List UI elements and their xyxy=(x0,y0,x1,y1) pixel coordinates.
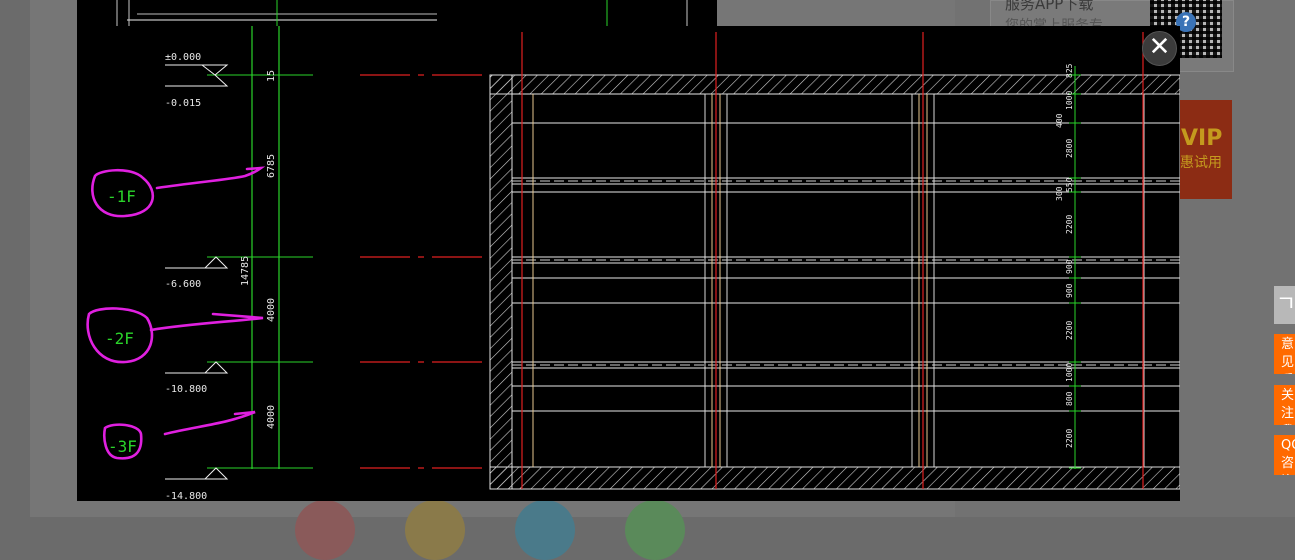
image-viewer: ±0.000 -0.015 -6.600 -10.800 -14.800 15 … xyxy=(77,26,1180,501)
elevation-label: ±0.000 xyxy=(165,52,201,63)
dimension-label: 300 xyxy=(1055,186,1064,201)
elevation-section xyxy=(207,26,313,469)
elevation-label: -0.015 xyxy=(165,98,201,109)
dimension-label: 4000 xyxy=(266,298,277,322)
floor-label-b1: -1F xyxy=(107,187,136,206)
elevation-label: -6.600 xyxy=(165,279,201,290)
dimension-label: 14785 xyxy=(240,256,251,286)
dimension-label: 550 xyxy=(1065,177,1074,192)
back-to-top-button[interactable]: ㄱ xyxy=(1274,286,1295,324)
dimension-label: 825 xyxy=(1065,63,1074,78)
vip-banner-title: VIP xyxy=(1181,126,1223,151)
dimension-label: 900 xyxy=(1065,283,1074,298)
elevation-label: -10.800 xyxy=(165,384,207,395)
dimension-label: 2200 xyxy=(1065,429,1074,448)
share-circle-icon[interactable] xyxy=(295,500,355,560)
dimension-label: 6785 xyxy=(266,154,277,178)
qq-consult-button[interactable]: QQ咨询 xyxy=(1274,435,1295,475)
dimension-label: 400 xyxy=(1055,113,1064,128)
elevation-label: -14.800 xyxy=(165,491,207,501)
close-viewer-button[interactable]: ✕ xyxy=(1142,31,1177,66)
dimension-label: 2200 xyxy=(1065,215,1074,234)
like-circle-icon[interactable] xyxy=(625,500,685,560)
viewer-image-top-strip xyxy=(77,0,717,26)
feedback-button[interactable]: 意见反馈 xyxy=(1274,334,1295,374)
dimension-label: 2200 xyxy=(1065,321,1074,340)
dimension-label: 1000 xyxy=(1065,91,1074,110)
vip-banner-subtitle: 惠试用 xyxy=(1180,155,1222,171)
dimension-label: 2800 xyxy=(1065,139,1074,158)
follow-us-button[interactable]: 关注我们 xyxy=(1274,385,1295,425)
floor-label-b2: -2F xyxy=(105,329,134,348)
dimension-label: 4000 xyxy=(266,405,277,429)
app-download-text[interactable]: 服务APP下载 xyxy=(1005,0,1093,14)
dimension-label: 800 xyxy=(1065,391,1074,406)
dimension-label: 1000 xyxy=(1065,363,1074,382)
download-circle-icon[interactable] xyxy=(515,500,575,560)
floor-label-b3: -3F xyxy=(108,437,137,456)
favorite-circle-icon[interactable] xyxy=(405,500,465,560)
dimension-label: 15 xyxy=(266,70,277,82)
cad-drawing: ±0.000 -0.015 -6.600 -10.800 -14.800 15 … xyxy=(86,26,1180,501)
dimension-label: 900 xyxy=(1065,259,1074,274)
building-section: 825 1000 400 2800 550 300 2200 900 900 2… xyxy=(489,32,1180,490)
